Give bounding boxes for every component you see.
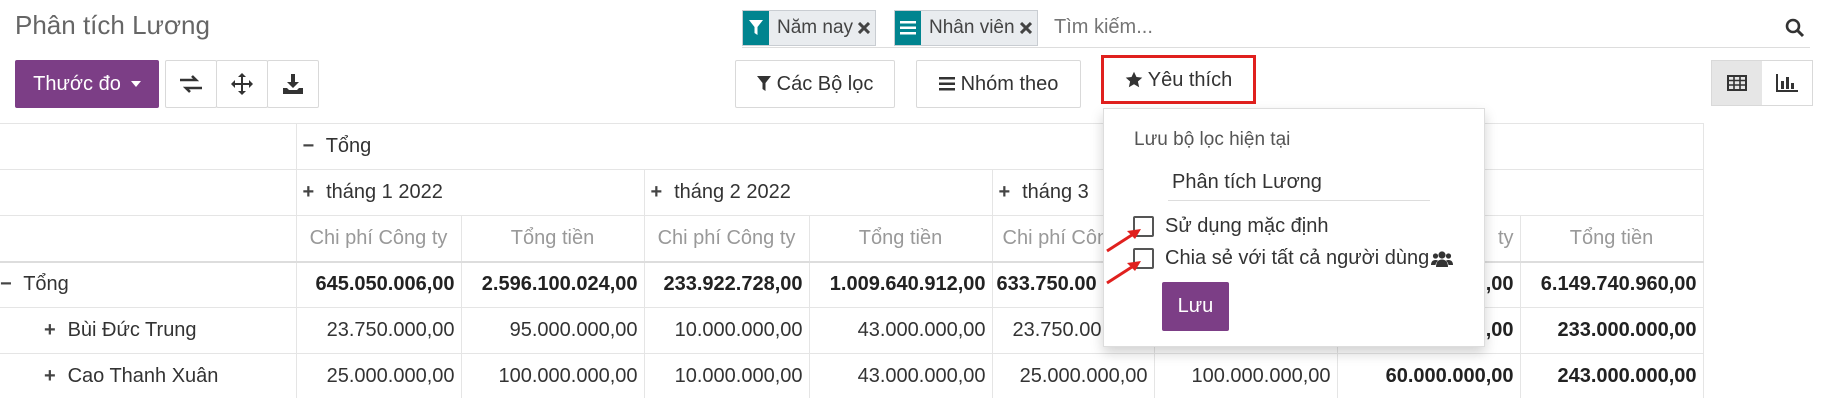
caret-down-icon bbox=[130, 81, 141, 87]
filter-icon bbox=[756, 76, 771, 91]
cell-value[interactable]: 43.000.000,00 bbox=[808, 353, 993, 398]
cell-value[interactable]: 100.000.000,00 bbox=[1153, 353, 1338, 398]
pivot-view-button[interactable] bbox=[1712, 61, 1762, 105]
facet-year[interactable]: Năm nay bbox=[742, 10, 877, 46]
expand-icon: + bbox=[650, 181, 663, 203]
corner-cell bbox=[0, 123, 297, 170]
expand-icon: + bbox=[44, 365, 56, 387]
header-label: tháng 1 2022 bbox=[326, 181, 443, 203]
row-header-total[interactable]: − Tổng bbox=[0, 260, 297, 308]
filters-button[interactable]: Các Bộ lọc bbox=[735, 60, 895, 108]
users-icon bbox=[1431, 250, 1454, 267]
cell-value[interactable]: 43.000.000,00 bbox=[808, 307, 993, 354]
measure-header[interactable]: Tổng tiền bbox=[808, 215, 993, 262]
use-default-checkbox[interactable]: Sử dụng mặc định bbox=[1133, 215, 1329, 238]
cell-value[interactable]: 2.596.100.024,00 bbox=[460, 260, 645, 308]
facet-label: Năm nay bbox=[777, 17, 854, 38]
corner-cell bbox=[0, 215, 297, 262]
cell-value[interactable]: 10.000.000,00 bbox=[643, 307, 810, 354]
download-button[interactable] bbox=[267, 60, 319, 108]
cell-value[interactable]: 100.000.000,00 bbox=[460, 353, 645, 398]
column-header-month[interactable]: + tháng 2 2022 bbox=[643, 169, 993, 216]
groupby-label: Nhóm theo bbox=[960, 72, 1059, 95]
measures-label: Thước đo bbox=[33, 72, 121, 95]
search-input[interactable] bbox=[1054, 16, 1454, 39]
favorites-dropdown: Lưu bộ lọc hiện tại Sử dụng mặc định Chi… bbox=[1103, 108, 1485, 347]
row-label: Bùi Đức Trung bbox=[67, 319, 197, 341]
expand-icon: + bbox=[302, 181, 315, 203]
header-label: tháng 3 bbox=[1022, 181, 1089, 203]
corner-cell bbox=[0, 169, 297, 216]
annotation-arrow bbox=[1106, 229, 1141, 253]
row-label: Tổng bbox=[23, 273, 69, 296]
cell-value[interactable]: 25.000.000,00 bbox=[295, 353, 462, 398]
measures-button[interactable]: Thước đo bbox=[15, 60, 159, 108]
favorites-highlight-box bbox=[1101, 55, 1256, 104]
measure-header[interactable]: Tổng tiền bbox=[460, 215, 645, 262]
row-header-employee[interactable]: + Cao Thanh Xuân bbox=[0, 353, 297, 398]
table-row: + Cao Thanh Xuân 25.000.000,00 100.000.0… bbox=[0, 353, 1704, 398]
facet-label: Nhân viên bbox=[929, 17, 1015, 38]
search-bar: Năm nay Nhân viên bbox=[742, 8, 1810, 48]
filter-icon bbox=[743, 11, 769, 45]
expand-icon: + bbox=[998, 181, 1011, 203]
exchange-icon bbox=[180, 75, 202, 93]
cell-value[interactable]: 233.000.000,00 bbox=[1519, 307, 1704, 354]
graph-view-button[interactable] bbox=[1762, 61, 1812, 105]
cell-value[interactable]: 645.050.006,00 bbox=[295, 260, 462, 308]
filter-name-input[interactable] bbox=[1168, 165, 1430, 201]
table-icon bbox=[1727, 75, 1747, 91]
expand-all-button[interactable] bbox=[216, 60, 268, 108]
row-header-employee[interactable]: + Bùi Đức Trung bbox=[0, 307, 297, 354]
view-switcher bbox=[1711, 60, 1813, 106]
collapse-icon: − bbox=[0, 273, 12, 296]
download-icon bbox=[283, 74, 303, 94]
measure-header[interactable]: Tổng tiền bbox=[1519, 215, 1704, 262]
filters-label: Các Bộ lọc bbox=[776, 72, 874, 95]
cell-value[interactable]: 243.000.000,00 bbox=[1519, 353, 1704, 398]
group-list-icon bbox=[895, 11, 921, 45]
measure-header[interactable]: Chi phí Công ty bbox=[295, 215, 462, 262]
checkbox-label: Sử dụng mặc định bbox=[1165, 215, 1329, 237]
row-label: Cao Thanh Xuân bbox=[67, 365, 219, 387]
facet-employee[interactable]: Nhân viên bbox=[894, 10, 1038, 46]
header-label: Tổng bbox=[325, 135, 372, 157]
annotation-arrow bbox=[1106, 261, 1141, 285]
cell-value[interactable]: 95.000.000,00 bbox=[460, 307, 645, 354]
checkbox-label: Chia sẻ với tất cả người dùng bbox=[1165, 247, 1430, 269]
cell-value[interactable]: 6.149.740.960,00 bbox=[1519, 260, 1704, 308]
cell-value[interactable]: 60.000.000,00 bbox=[1336, 353, 1521, 398]
remove-facet-icon[interactable] bbox=[858, 11, 875, 45]
bar-chart-icon bbox=[1776, 74, 1798, 92]
column-header-month[interactable]: + tháng 1 2022 bbox=[295, 169, 645, 216]
share-all-checkbox[interactable]: Chia sẻ với tất cả người dùng bbox=[1133, 247, 1454, 270]
arrows-icon bbox=[231, 73, 253, 95]
list-icon bbox=[938, 77, 955, 91]
remove-facet-icon[interactable] bbox=[1019, 11, 1037, 45]
search-icon[interactable] bbox=[1780, 14, 1810, 42]
cell-value[interactable]: 1.009.640.912,00 bbox=[808, 260, 993, 308]
header-label: tháng 2 2022 bbox=[674, 181, 791, 203]
save-button[interactable]: Lưu bbox=[1162, 282, 1229, 331]
page-title: Phân tích Lương bbox=[15, 10, 210, 40]
column-header-total[interactable]: − Tổng bbox=[295, 123, 1704, 170]
save-current-filter-label[interactable]: Lưu bộ lọc hiện tại bbox=[1134, 129, 1290, 151]
measure-header[interactable]: Chi phí Công ty bbox=[643, 215, 810, 262]
cell-value[interactable]: 23.750.000,00 bbox=[295, 307, 462, 354]
cell-value[interactable]: 25.000.000,00 bbox=[991, 353, 1155, 398]
cell-value[interactable]: 10.000.000,00 bbox=[643, 353, 810, 398]
groupby-button[interactable]: Nhóm theo bbox=[916, 60, 1081, 108]
collapse-icon: − bbox=[302, 135, 315, 157]
flip-axis-button[interactable] bbox=[165, 60, 217, 108]
expand-icon: + bbox=[44, 319, 56, 341]
cell-value[interactable]: 233.922.728,00 bbox=[643, 260, 810, 308]
